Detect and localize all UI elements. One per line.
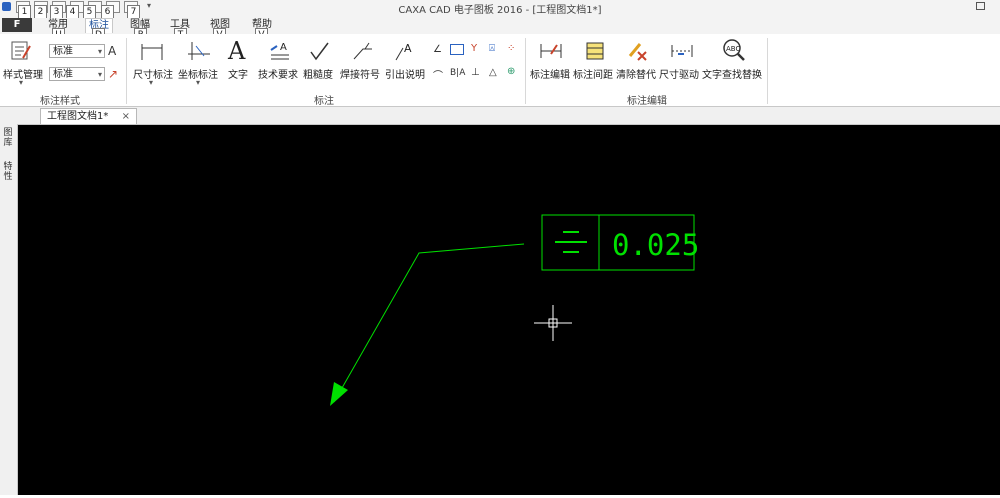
leader-note-button[interactable]: 引出说明 [385,66,425,81]
weld-symbol-icon[interactable] [351,40,375,62]
group-separator [126,38,127,104]
text-style-icon[interactable]: A [108,44,116,58]
tolerance-value: 0.025 [612,228,699,262]
weld-symbol-button[interactable]: 焊接符号 [340,66,380,81]
group-separator [767,38,768,104]
keytip-1: 1 [18,5,31,19]
quick-access-dropdown-icon[interactable]: ▾ [147,1,151,10]
style-manager-icon[interactable] [10,40,32,62]
dimension-drive-button[interactable]: 尺寸驱动 [659,66,699,81]
annotation-group-label: 标注 [314,96,334,107]
document-tab-label: 工程图文档1* [47,111,109,122]
style-group-label: 标注样式 [40,96,80,107]
dim-style-value: 标准 [53,69,73,80]
leader-line [333,243,525,403]
svg-text:ABC: ABC [726,45,740,53]
text-tool-icon[interactable]: A [228,37,245,65]
coordinate-dimension-icon[interactable] [186,40,212,62]
keytip-2: 2 [34,5,47,19]
edit-group-label: 标注编辑 [627,96,667,107]
dimension-spacing-icon[interactable] [583,40,607,62]
svg-text:A: A [280,42,287,53]
coordinate-dimension-dropdown-icon[interactable]: ▾ [196,78,200,87]
angle-dimension-icon[interactable]: ∠ [433,44,442,55]
dimension-icon[interactable] [139,40,165,62]
keytip-4: 4 [66,5,79,19]
dimension-edit-button[interactable]: 标注编辑 [530,66,570,81]
tech-requirement-button[interactable]: 技术要求 [258,66,298,81]
roughness-icon[interactable] [308,40,332,62]
document-tab-close-icon[interactable]: × [122,111,130,122]
document-tab[interactable]: 工程图文档1* × [40,108,137,124]
text-style-value: 标准 [53,46,73,57]
clear-override-icon[interactable] [626,40,650,62]
tech-requirement-icon[interactable]: A [268,40,292,62]
text-find-replace-icon[interactable]: ABC [720,38,746,62]
sidebar-tab-library[interactable]: 图库 [2,128,14,148]
restore-icon[interactable] [976,2,985,10]
text-style-combo[interactable]: 标准 ▾ [49,44,105,58]
symbol-text-icon[interactable]: B|A [450,68,465,78]
text-style-arrow-icon: ▾ [97,47,102,56]
dimension-spacing-button[interactable]: 标注间距 [573,66,613,81]
roughness-button[interactable]: 粗糙度 [303,66,333,81]
tolerance-frame-icon[interactable]: ⍓ [489,43,495,54]
dim-style-arrow-icon: ▾ [97,70,102,79]
group-separator [525,38,526,104]
text-tool-button[interactable]: 文字 [228,66,248,81]
document-tab-bar [0,107,1000,125]
chamfer-icon[interactable]: Y [471,43,477,54]
dimension-dropdown-icon[interactable]: ▾ [149,78,153,87]
clear-override-button[interactable]: 清除替代 [616,66,656,81]
symmetry-symbol-icon [555,231,587,253]
keytip-7: 7 [127,5,140,19]
svg-text:A: A [404,42,412,55]
grid-dimension-icon[interactable]: ⁘ [507,43,515,54]
center-hole-icon[interactable]: ⊕ [507,66,515,77]
dimension-drive-icon[interactable] [670,40,694,62]
dim-style-combo[interactable]: 标准 ▾ [49,67,105,81]
file-menu-button[interactable]: F [2,18,32,32]
sidebar-tab-properties[interactable]: 特性 [2,162,14,182]
arc-length-icon[interactable]: ⌒ [433,67,443,82]
drawing-svg: 0.025 [330,214,699,406]
leader-note-icon[interactable]: A [393,40,417,62]
datum-icon[interactable] [450,44,464,55]
leader-arrowhead [330,382,348,406]
keytip-3: 3 [50,5,63,19]
center-mark-icon[interactable]: ⊥ [471,67,480,78]
app-logo-icon[interactable] [2,2,11,11]
dimension-edit-icon[interactable] [539,40,563,62]
keytip-6: 6 [101,5,114,19]
keytip-5: 5 [83,5,96,19]
text-find-replace-button[interactable]: 文字查找替换 [702,66,762,81]
drawing-canvas[interactable]: 0.025 [18,125,1000,495]
cone-icon[interactable]: △ [489,67,497,78]
dim-style-icon[interactable]: ↗ [108,67,118,81]
crosshair-cursor [534,305,572,341]
style-manager-dropdown-icon[interactable]: ▾ [19,78,23,87]
